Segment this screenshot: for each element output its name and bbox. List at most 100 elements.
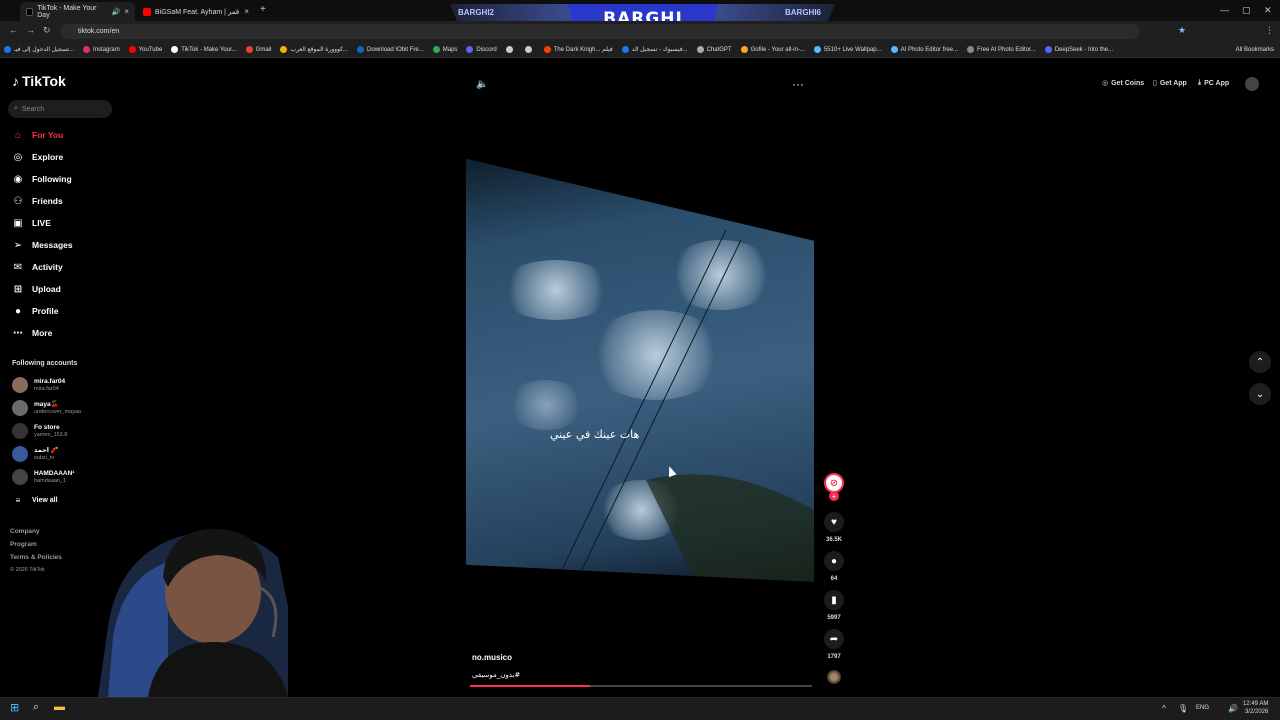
like-button[interactable]: ♥ 36.5K (824, 512, 844, 543)
sidebar-item-for-you[interactable]: ⌂ For You (12, 129, 63, 141)
next-video-button[interactable]: ⌄ (1249, 383, 1271, 405)
sidebar-item-upload[interactable]: ⊞ Upload (12, 283, 61, 295)
speaker-icon[interactable]: 🔊 (1228, 704, 1238, 713)
url-input[interactable]: tiktok.com/en (60, 24, 1140, 39)
new-tab-icon[interactable]: + (260, 4, 266, 15)
footer-terms[interactable]: Terms & Policies (10, 554, 62, 561)
close-tab-icon[interactable]: × (244, 7, 249, 16)
footer-program[interactable]: Program (10, 541, 37, 548)
list-item[interactable]: Fo store yamen_163.8 (12, 423, 67, 439)
list-item[interactable]: احمد 🧨 subzi_tv (12, 446, 59, 462)
avatar (12, 400, 28, 416)
get-app-button[interactable]: ▯ Get App (1153, 79, 1187, 88)
bookmark-item[interactable]: ChatGPT (696, 46, 732, 53)
sidebar-item-following[interactable]: ◉ Following (12, 173, 72, 185)
search-input[interactable]: ⌕ Search (8, 100, 112, 118)
sidebar-item-friends[interactable]: ⚇ Friends (12, 195, 63, 207)
reload-icon[interactable]: ↻ (43, 25, 51, 36)
pc-app-button[interactable]: ⤓ PC App (1198, 79, 1229, 87)
bookmark-item[interactable]: TikTok - Make Your... (171, 46, 237, 53)
list-item[interactable]: HAMDAAAN¹ hamdaaan_1 (12, 469, 74, 485)
save-button[interactable]: ▮ 5997 (824, 590, 844, 621)
bookmark-star-icon[interactable]: ★ (1178, 25, 1186, 36)
comment-button[interactable]: ● 64 (824, 551, 844, 582)
bookmark-item[interactable]: YouTube (128, 46, 162, 53)
list-item[interactable]: maya🍒 undercover_mayaa (12, 400, 81, 416)
video-player[interactable] (466, 158, 814, 582)
sidebar-item-messages[interactable]: ➢ Messages (12, 239, 73, 251)
maximize-icon[interactable]: ▢ (1242, 5, 1251, 16)
bookmark-item[interactable]: Discord (466, 46, 497, 53)
footer-company[interactable]: Company (10, 528, 40, 535)
bookmark-item[interactable]: The Dark Knigh... فيلم (543, 46, 613, 53)
activity-icon: ✉ (13, 261, 23, 273)
system-clock[interactable]: 12:49 AM 3/2/2026 (1243, 700, 1268, 716)
all-bookmarks-button[interactable]: All Bookmarks (1236, 47, 1280, 53)
video-hashtag[interactable]: #بدون_موسيقى (472, 671, 520, 679)
back-icon[interactable]: ← (9, 25, 18, 35)
sidebar-item-more[interactable]: ⋯ More (12, 327, 52, 339)
follow-plus-icon[interactable]: + (829, 491, 839, 501)
bookmark-item[interactable]: Instagram (83, 46, 120, 53)
bookmark-item[interactable]: 5510+ Live Wallpap... (813, 46, 882, 53)
close-window-icon[interactable]: ✕ (1264, 5, 1272, 16)
bookmark-item[interactable]: Gmail (245, 46, 271, 53)
bookmark-item[interactable]: DeepSeek - Into the... (1044, 46, 1113, 53)
creator-avatar[interactable]: ⊘ (824, 473, 844, 493)
bookmark-favicon-icon (280, 46, 288, 53)
sidebar-item-explore[interactable]: ◎ Explore (12, 151, 64, 163)
bookmark-item[interactable]: Gofile - Your all-in-... (740, 46, 805, 53)
more-options-icon[interactable]: ··· (792, 77, 804, 91)
bookmark-item[interactable] (524, 46, 535, 53)
view-all-button[interactable]: ≡ View all (12, 494, 58, 506)
video-progress-bar[interactable] (470, 685, 812, 687)
bookmark-favicon-icon (621, 46, 629, 53)
search-icon[interactable]: ⌕ (33, 701, 39, 714)
minimize-icon[interactable]: — (1220, 5, 1229, 15)
share-button[interactable]: ➦ 1797 (824, 629, 844, 660)
file-explorer-icon[interactable]: ▬ (54, 701, 65, 713)
bookmark-item[interactable]: كووورة الموقع العرب... (280, 46, 348, 53)
sidebar-item-live[interactable]: ▣ LIVE (12, 217, 51, 229)
bookmark-item[interactable]: Download IObit Fre... (357, 46, 424, 53)
sidebar-item-activity[interactable]: ✉ Activity (12, 261, 63, 273)
bookmark-favicon-icon (128, 46, 136, 53)
tab-youtube[interactable]: BiGSaM Feat. Ayham | يا قمر [Off... × (137, 2, 255, 21)
account-name: Fo store (34, 423, 60, 431)
previous-video-button[interactable]: ⌃ (1249, 351, 1271, 373)
bookmark-item[interactable] (505, 46, 516, 53)
account-handle: mira.far04 (34, 385, 59, 392)
bookmark-item[interactable]: Maps (432, 46, 457, 53)
share-icon: ➦ (824, 629, 844, 649)
volume-icon[interactable]: 🔈 (476, 79, 488, 90)
forward-icon[interactable]: → (26, 25, 35, 35)
sidebar-item-profile[interactable]: ● Profile (12, 305, 58, 317)
account-name: احمد 🧨 (34, 446, 59, 454)
url-text: tiktok.com/en (78, 28, 120, 35)
video-author[interactable]: no.musico (472, 653, 512, 662)
bookmark-item[interactable]: فيسبوك - تسجيل الد... (621, 46, 688, 53)
get-app-label: Get App (1159, 79, 1187, 87)
bookmark-label: Discord (476, 46, 497, 53)
bookmark-item[interactable]: AI Photo Editor free... (890, 46, 958, 53)
tiktok-logo[interactable]: ♪ TikTok (12, 73, 66, 89)
account-handle: undercover_mayaa (34, 408, 82, 415)
tab-tiktok[interactable]: TikTok - Make Your Day 🔊 × (20, 2, 135, 21)
get-coins-button[interactable]: ◎ Get Coins (1102, 79, 1144, 88)
avatar[interactable] (1245, 77, 1259, 91)
microphone-icon[interactable]: 🎙 (1178, 704, 1188, 713)
close-tab-icon[interactable]: × (124, 7, 129, 16)
browser-menu-icon[interactable]: ⋮ (1265, 25, 1274, 36)
bookmark-label: AI Photo Editor free... (900, 46, 958, 53)
bookmark-item[interactable]: Free AI Photo Editor... (967, 46, 1036, 53)
list-item[interactable]: mira.far04 mira.far04 (12, 377, 65, 393)
chevron-up-icon[interactable]: ^ (1162, 704, 1166, 713)
bookmark-item[interactable]: تسجيل الدخول إلى فيـ... (4, 46, 74, 53)
sidebar-item-label: Following (32, 174, 72, 184)
language-indicator[interactable]: ENG (1196, 705, 1209, 711)
coin-icon: ◎ (1102, 80, 1109, 87)
windows-start-icon[interactable]: ⊞ (10, 701, 19, 714)
sidebar-item-label: LIVE (32, 218, 51, 228)
windows-taskbar (0, 697, 1280, 720)
music-disc-icon[interactable] (827, 670, 841, 684)
